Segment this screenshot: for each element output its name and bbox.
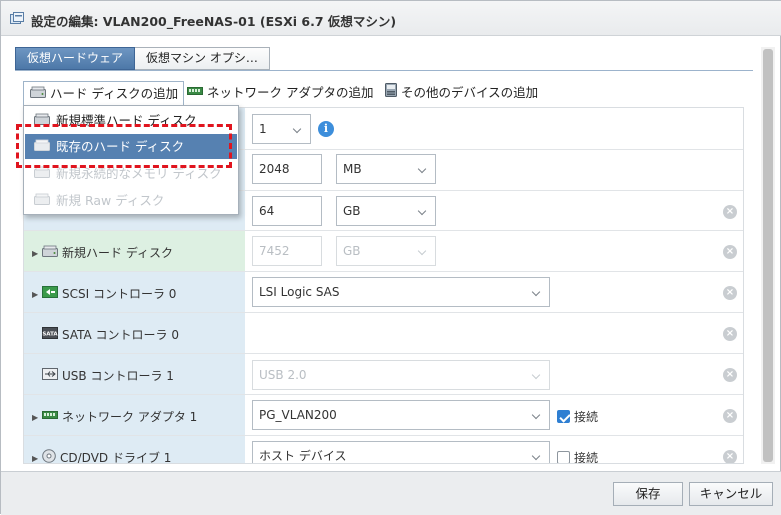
checkbox-unchecked-icon xyxy=(557,451,570,463)
scrollbar-thumb[interactable] xyxy=(763,49,773,462)
cd-dvd-icon xyxy=(42,449,56,463)
tab-vm-options[interactable]: 仮想マシン オプシ… xyxy=(135,47,270,70)
memory-size-input[interactable]: 2048 xyxy=(252,154,322,184)
remove-icon[interactable]: × xyxy=(723,368,737,382)
cancel-button[interactable]: キャンセル xyxy=(689,482,773,506)
cdrom-device-select[interactable]: ホスト デバイス xyxy=(252,441,550,463)
tab-bar: 仮想ハードウェア 仮想マシン オプシ… xyxy=(15,47,270,71)
remove-icon[interactable]: × xyxy=(723,245,737,259)
add-device-toolbar: ハード ディスクの追加 ネットワーク アダプタの追加 その他のデバイスの追加 xyxy=(23,81,743,107)
hard-disk-icon xyxy=(30,82,46,106)
scsi-type-value: LSI Logic SAS xyxy=(259,285,340,299)
cdrom-connect-checkbox[interactable]: 接続 xyxy=(557,449,599,464)
network-adapter-icon xyxy=(42,409,58,424)
network-portgroup-select[interactable]: PG_VLAN200 xyxy=(252,400,550,430)
scsi-controller-row: ▶ SCSI コントローラ 0 LSI Logic SAS × xyxy=(24,272,743,313)
new-hard-disk-size-input[interactable]: 7452 xyxy=(252,236,322,266)
network-adapter-text: ネットワーク アダプタ 1 xyxy=(62,410,198,424)
add-network-adapter-button[interactable]: ネットワーク アダプタの追加 xyxy=(181,81,378,107)
chevron-down-icon xyxy=(531,410,541,420)
chevron-down-icon xyxy=(531,287,541,297)
expand-arrow-icon[interactable]: ▶ xyxy=(32,413,42,422)
edit-settings-dialog: 設定の編集: VLAN200_FreeNAS-01 (ESXi 6.7 仮想マシ… xyxy=(0,0,781,515)
cdrom-label[interactable]: ▶ CD/DVD ドライブ 1 xyxy=(32,449,172,464)
scsi-type-select[interactable]: LSI Logic SAS xyxy=(252,277,550,307)
svg-text:SATA: SATA xyxy=(42,332,58,338)
new-hard-disk-label[interactable]: ▶ 新規ハード ディスク xyxy=(32,244,173,261)
network-portgroup-value: PG_VLAN200 xyxy=(259,408,337,422)
other-device-icon xyxy=(385,81,397,105)
sata-controller-label: SATA SATA コントローラ 0 xyxy=(32,326,179,343)
vertical-scrollbar[interactable] xyxy=(761,47,775,464)
hard-disk-icon xyxy=(34,188,50,213)
sata-controller-text: SATA コントローラ 0 xyxy=(62,328,179,342)
add-hard-disk-button[interactable]: ハード ディスクの追加 xyxy=(23,81,185,107)
add-hard-disk-label: ハード ディスクの追加 xyxy=(50,86,179,101)
remove-icon[interactable]: × xyxy=(723,450,737,463)
save-button[interactable]: 保存 xyxy=(613,482,683,506)
remove-icon[interactable]: × xyxy=(723,205,737,219)
expand-arrow-icon[interactable]: ▶ xyxy=(32,454,42,463)
chevron-down-icon xyxy=(417,206,427,216)
remove-icon[interactable]: × xyxy=(723,409,737,423)
scsi-controller-label[interactable]: ▶ SCSI コントローラ 0 xyxy=(32,285,176,302)
network-adapter-icon xyxy=(187,81,203,105)
tab-virtual-hardware[interactable]: 仮想ハードウェア xyxy=(15,47,136,70)
network-connect-checkbox[interactable]: 接続 xyxy=(557,408,598,425)
hard-disk-1-size-input[interactable]: 64 xyxy=(252,196,322,226)
cdrom-device-value: ホスト デバイス xyxy=(259,449,347,463)
usb-controller-label: USB コントローラ 1 xyxy=(32,367,174,384)
chevron-down-icon xyxy=(292,124,302,134)
info-icon[interactable]: i xyxy=(318,121,334,137)
dialog-footer: 保存 キャンセル xyxy=(1,471,781,515)
chevron-down-icon xyxy=(417,246,427,256)
new-hard-disk-text: 新規ハード ディスク xyxy=(62,246,173,260)
chevron-down-icon xyxy=(531,451,541,461)
expand-arrow-icon[interactable]: ▶ xyxy=(32,290,42,299)
checkbox-checked-icon xyxy=(557,410,570,423)
network-adapter-row: ▶ ネットワーク アダプタ 1 PG_VLAN200 接続 × xyxy=(24,395,743,436)
new-hard-disk-unit-value: GB xyxy=(343,244,361,258)
usb-icon xyxy=(42,368,58,383)
cdrom-text: CD/DVD ドライブ 1 xyxy=(60,451,172,464)
settings-window-icon xyxy=(10,12,24,29)
chevron-down-icon xyxy=(417,164,427,174)
sata-controller-row: SATA SATA コントローラ 0 × xyxy=(24,313,743,354)
network-connect-label: 接続 xyxy=(574,410,599,424)
chevron-down-icon xyxy=(531,370,541,380)
usb-controller-text: USB コントローラ 1 xyxy=(62,369,174,383)
title-bar: 設定の編集: VLAN200_FreeNAS-01 (ESXi 6.7 仮想マシ… xyxy=(1,1,781,36)
highlight-annotation xyxy=(16,124,232,168)
usb-controller-row: USB コントローラ 1 USB 2.0 × xyxy=(24,354,743,395)
remove-icon[interactable]: × xyxy=(723,286,737,300)
hard-disk-icon xyxy=(42,245,58,260)
network-adapter-label[interactable]: ▶ ネットワーク アダプタ 1 xyxy=(32,408,197,425)
hard-disk-1-unit-select[interactable]: GB xyxy=(336,196,436,226)
scsi-icon xyxy=(42,286,58,301)
cdrom-connect-label: 接続 xyxy=(574,451,599,464)
menu-item-label: 新規 Raw ディスク xyxy=(56,193,165,208)
add-network-adapter-label: ネットワーク アダプタの追加 xyxy=(207,85,374,100)
usb-type-value: USB 2.0 xyxy=(259,368,307,382)
window-title: 設定の編集: VLAN200_FreeNAS-01 (ESXi 6.7 仮想マシ… xyxy=(31,14,397,29)
sata-icon: SATA xyxy=(42,327,58,342)
scsi-controller-text: SCSI コントローラ 0 xyxy=(62,287,177,301)
cdrom-row: ▶ CD/DVD ドライブ 1 ホスト デバイス 接続 × xyxy=(24,436,743,464)
memory-unit-value: MB xyxy=(343,162,362,176)
new-hard-disk-row: ▶ 新規ハード ディスク 7452 GB × xyxy=(24,231,743,272)
add-other-device-label: その他のデバイスの追加 xyxy=(401,85,539,100)
hard-disk-1-unit-value: GB xyxy=(343,204,361,218)
remove-icon[interactable]: × xyxy=(723,327,737,341)
add-other-device-button[interactable]: その他のデバイスの追加 xyxy=(379,81,543,107)
menu-item-new-raw-disk[interactable]: 新規 Raw ディスク xyxy=(25,188,237,213)
menu-item-label: 新規永続的なメモリ ディスク xyxy=(56,166,222,181)
expand-arrow-icon[interactable]: ▶ xyxy=(32,249,42,258)
cpu-count-select[interactable]: 1 xyxy=(252,114,311,144)
cpu-count-value: 1 xyxy=(259,122,267,136)
usb-type-select[interactable]: USB 2.0 xyxy=(252,360,550,390)
memory-unit-select[interactable]: MB xyxy=(336,154,436,184)
tab-divider xyxy=(15,70,753,71)
new-hard-disk-unit-select[interactable]: GB xyxy=(336,236,436,266)
